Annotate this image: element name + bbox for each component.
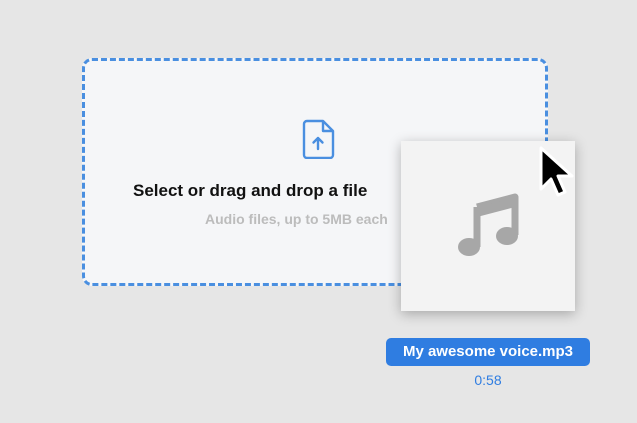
dropzone-subtitle: Audio files, up to 5MB each	[205, 211, 388, 227]
arrow-cursor-icon	[539, 146, 574, 197]
dropzone-title: Select or drag and drop a file	[133, 181, 368, 200]
file-duration-label: 0:58	[474, 372, 502, 388]
file-name-label: My awesome voice.mp3	[386, 338, 590, 366]
music-note-icon	[458, 193, 519, 256]
file-upload-icon	[302, 119, 335, 159]
